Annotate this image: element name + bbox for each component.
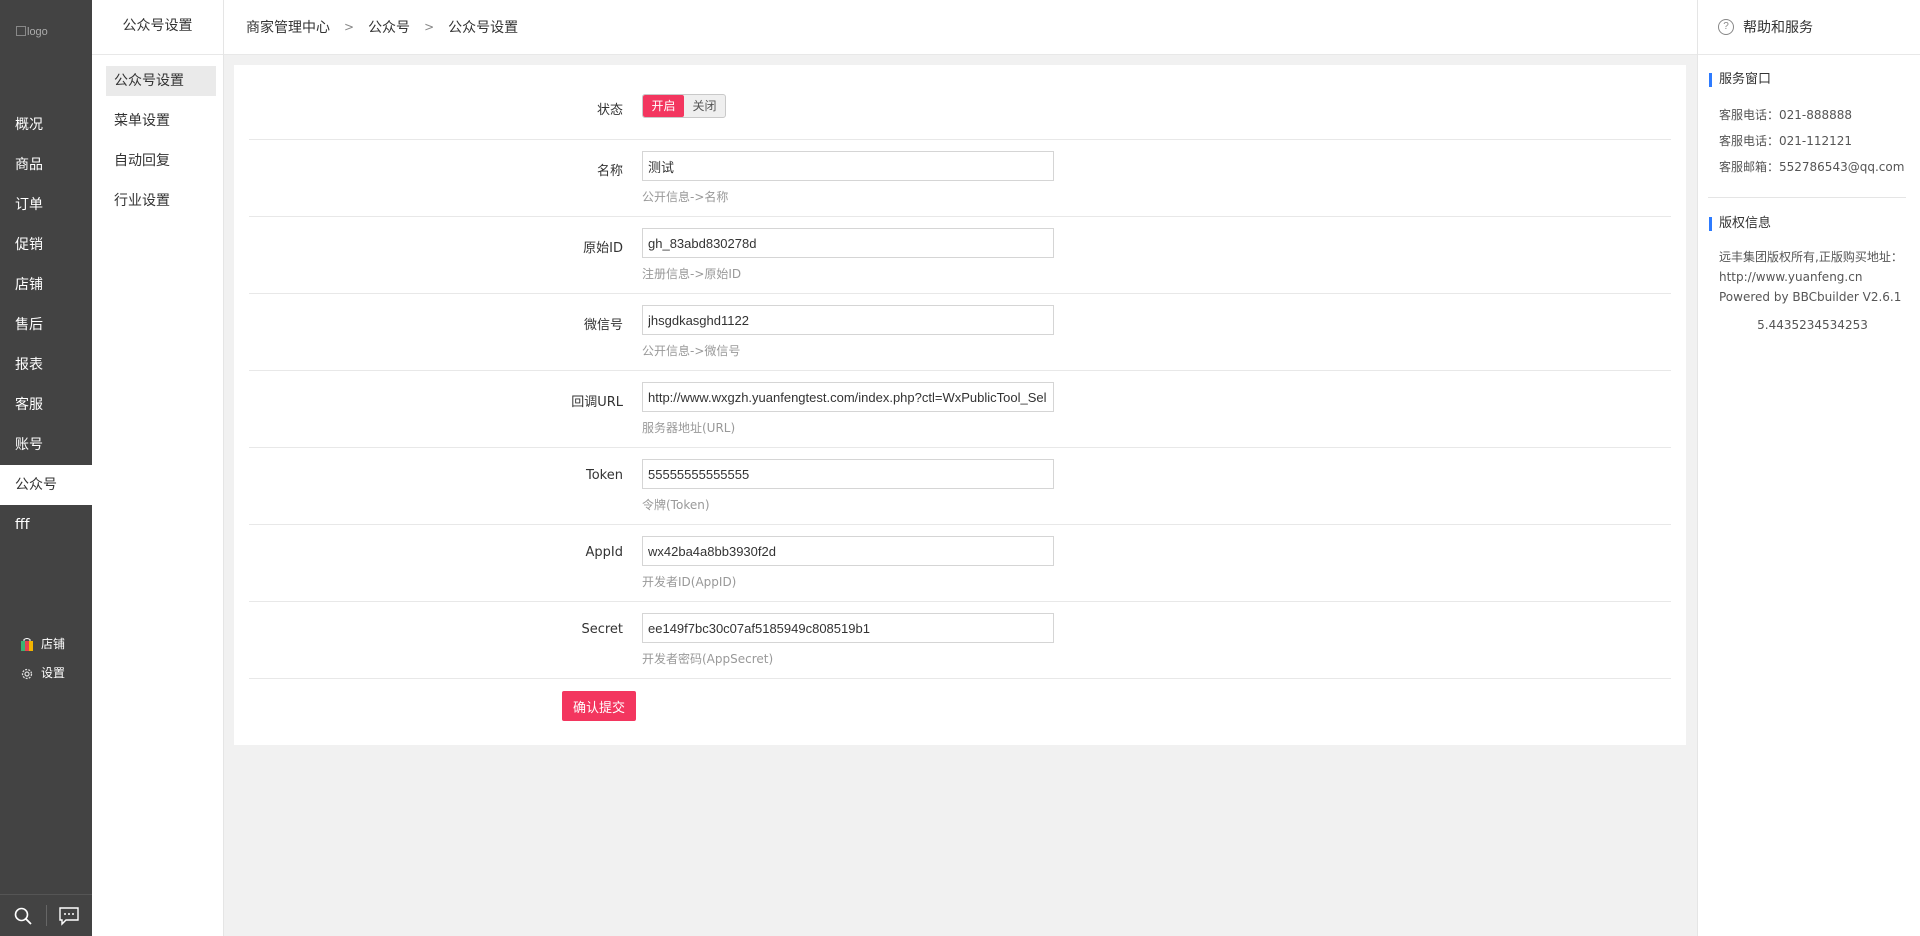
nav-item-official-account[interactable]: 公众号 [0, 465, 92, 505]
sub-item-auto-reply[interactable]: 自动回复 [106, 146, 216, 176]
sub-sidebar: 公众号设置 公众号设置 菜单设置 自动回复 行业设置 [92, 0, 224, 936]
service-section: 服务窗口 客服电话：021-888888 客服电话：021-112121 客服邮… [1698, 55, 1920, 180]
gear-icon [20, 667, 34, 681]
form-row-original-id: 原始ID 注册信息->原始ID [249, 217, 1671, 294]
callback-url-label: 回调URL [571, 395, 623, 410]
original-id-input[interactable] [642, 228, 1054, 258]
name-hint: 公开信息->名称 [642, 190, 729, 204]
sub-item-account-settings[interactable]: 公众号设置 [106, 66, 216, 96]
nav-item-reports[interactable]: 报表 [0, 345, 92, 385]
search-button[interactable] [0, 895, 46, 936]
callback-url-hint: 服务器地址(URL) [642, 421, 736, 435]
status-toggle[interactable]: 开启 关闭 [642, 94, 726, 118]
version-number: 5.4435234534253 [1757, 318, 1868, 332]
nav-item-customer-service[interactable]: 客服 [0, 385, 92, 425]
quick-link-settings[interactable]: 设置 [20, 659, 65, 688]
chat-button[interactable] [47, 895, 93, 936]
form-row-wechat-id: 微信号 公开信息->微信号 [249, 294, 1671, 371]
token-input[interactable] [642, 459, 1054, 489]
service-phone-1: 客服电话：021-888888 [1719, 108, 1853, 122]
wechat-id-hint: 公开信息->微信号 [642, 344, 741, 358]
shop-icon [20, 638, 34, 652]
nav-item-goods[interactable]: 商品 [0, 145, 92, 185]
status-off-button[interactable]: 关闭 [684, 95, 725, 117]
sub-sidebar-list: 公众号设置 菜单设置 自动回复 行业设置 [92, 55, 223, 216]
form-row-callback-url: 回调URL 服务器地址(URL) [249, 371, 1671, 448]
breadcrumb-chevron-icon: > [424, 20, 435, 34]
secret-input[interactable] [642, 613, 1054, 643]
nav-item-shop[interactable]: 店铺 [0, 265, 92, 305]
nav-item-orders[interactable]: 订单 [0, 185, 92, 225]
submit-button[interactable]: 确认提交 [562, 691, 636, 721]
original-id-label: 原始ID [583, 241, 623, 256]
breadcrumb-item-current: 公众号设置 [448, 20, 519, 36]
form-row-appid: AppId 开发者ID(AppID) [249, 525, 1671, 602]
token-label: Token [586, 468, 623, 483]
form-row-status: 状态 开启 关闭 [249, 65, 1671, 140]
service-section-title: 服务窗口 [1709, 73, 1906, 87]
name-label: 名称 [596, 164, 623, 179]
service-email: 客服邮箱：552786543@qq.com [1719, 160, 1905, 174]
quick-link-shop-label: 店铺 [41, 637, 66, 651]
logo-alt-text: logo [27, 26, 48, 38]
wechat-id-input[interactable] [642, 305, 1054, 335]
service-phone-2: 客服电话：021-112121 [1719, 134, 1853, 148]
sub-item-industry-settings[interactable]: 行业设置 [106, 186, 216, 216]
breadcrumb-chevron-icon: > [344, 20, 355, 34]
quick-link-settings-label: 设置 [41, 666, 66, 680]
powered-by-text: Powered by BBCbuilder V2.6.1 [1719, 290, 1902, 304]
search-icon [14, 907, 32, 925]
callback-url-input[interactable] [642, 382, 1054, 412]
logo[interactable]: logo [16, 26, 48, 38]
secret-hint: 开发者密码(AppSecret) [642, 652, 774, 666]
help-question-icon: ? [1718, 19, 1734, 35]
settings-form: 状态 开启 关闭 名称 公开信息->名称 原始ID 注册信息->原始ID 微信号… [234, 65, 1686, 745]
help-panel: ? 帮助和服务 服务窗口 客服电话：021-888888 客服电话：021-11… [1697, 0, 1920, 936]
status-on-button[interactable]: 开启 [643, 95, 684, 117]
chat-icon [59, 906, 79, 926]
wechat-id-label: 微信号 [583, 318, 623, 333]
breadcrumb-item-official-account[interactable]: 公众号 [368, 17, 410, 37]
sidebar-bottom-bar [0, 894, 92, 936]
appid-label: AppId [585, 545, 623, 560]
copyright-text: 远丰集团版权所有,正版购买地址：http://www.yuanfeng.cn [1719, 250, 1903, 284]
breadcrumb-item-merchant-center[interactable]: 商家管理中心 [246, 17, 330, 37]
nav-item-promotion[interactable]: 促销 [0, 225, 92, 265]
main-sidebar: logo 概况 商品 订单 促销 店铺 售后 报表 客服 账号 公众号 fff … [0, 0, 92, 936]
appid-input[interactable] [642, 536, 1054, 566]
nav-item-fff[interactable]: fff [0, 505, 92, 545]
appid-hint: 开发者ID(AppID) [642, 575, 737, 589]
broken-image-icon [16, 26, 26, 36]
copyright-section: 版权信息 远丰集团版权所有,正版购买地址：http://www.yuanfeng… [1698, 198, 1920, 335]
quick-link-shop[interactable]: 店铺 [20, 630, 65, 659]
help-panel-header: ? 帮助和服务 [1698, 0, 1920, 55]
main-nav-list: 概况 商品 订单 促销 店铺 售后 报表 客服 账号 公众号 fff [0, 105, 92, 545]
secret-label: Secret [581, 622, 623, 637]
sub-item-menu-settings[interactable]: 菜单设置 [106, 106, 216, 136]
breadcrumb: 商家管理中心 > 公众号 > 公众号设置 [224, 0, 1697, 55]
nav-item-after-sales[interactable]: 售后 [0, 305, 92, 345]
nav-item-overview[interactable]: 概况 [0, 105, 92, 145]
quick-links: 店铺 设置 [20, 630, 65, 688]
nav-item-account[interactable]: 账号 [0, 425, 92, 465]
original-id-hint: 注册信息->原始ID [642, 267, 742, 281]
copyright-section-title: 版权信息 [1709, 217, 1906, 231]
status-label: 状态 [596, 103, 623, 118]
form-row-token: Token 令牌(Token) [249, 448, 1671, 525]
form-row-name: 名称 公开信息->名称 [249, 140, 1671, 217]
name-input[interactable] [642, 151, 1054, 181]
sub-sidebar-title: 公众号设置 [92, 0, 223, 55]
form-row-secret: Secret 开发者密码(AppSecret) [249, 602, 1671, 679]
help-panel-title: 帮助和服务 [1743, 20, 1813, 36]
token-hint: 令牌(Token) [642, 498, 710, 512]
